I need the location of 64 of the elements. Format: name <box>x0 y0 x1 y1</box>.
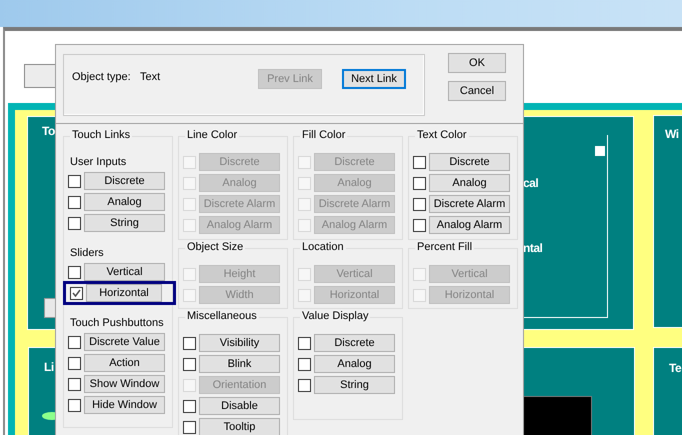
link-type-button[interactable]: Hide Window <box>84 396 165 414</box>
link-type-button[interactable]: Discrete <box>429 153 510 171</box>
link-type-button[interactable]: Analog <box>84 193 165 211</box>
object-type-value: Text <box>140 71 160 83</box>
dialog-button[interactable]: Cancel <box>448 81 506 101</box>
checkbox[interactable] <box>298 358 311 370</box>
link-type-button[interactable]: Discrete <box>84 172 165 190</box>
link-type-button[interactable]: Disable <box>199 397 280 415</box>
checkbox[interactable] <box>68 216 81 230</box>
section-label: Sliders <box>70 247 105 259</box>
canvas-label: Te <box>669 361 682 375</box>
checkbox[interactable] <box>298 336 311 350</box>
checkbox[interactable] <box>68 356 81 370</box>
link-type-button[interactable]: Discrete Alarm <box>429 195 510 213</box>
group-title: Percent Fill <box>415 241 474 253</box>
link-button[interactable]: Next Link <box>342 69 406 89</box>
link-type-button[interactable]: String <box>84 214 165 232</box>
checkbox[interactable] <box>413 156 426 168</box>
link-type-button[interactable]: Action <box>84 354 165 372</box>
link-type-button[interactable]: Discrete <box>314 334 395 352</box>
section-label: Touch Pushbuttons <box>70 317 165 329</box>
checkbox[interactable] <box>183 400 196 412</box>
section-label: User Inputs <box>70 156 128 168</box>
checkbox[interactable] <box>298 378 311 392</box>
group-title: Location <box>300 241 346 253</box>
checkbox[interactable] <box>68 336 81 348</box>
canvas-label: Wi <box>665 127 679 141</box>
group-title: Line Color <box>185 129 240 141</box>
group-title: Object Size <box>185 241 246 253</box>
object-type-label: Object type: <box>72 71 131 83</box>
link-type-button[interactable]: Tooltip <box>199 418 280 435</box>
square-icon <box>595 146 605 156</box>
link-type-button[interactable]: Visibility <box>199 334 280 352</box>
checkbox[interactable] <box>70 286 83 300</box>
group-title: Value Display <box>300 310 370 322</box>
checkbox[interactable] <box>68 196 81 208</box>
link-type-button[interactable]: Show Window <box>84 375 165 393</box>
link-type-button[interactable]: Analog <box>429 174 510 192</box>
group-title: Fill Color <box>300 129 348 141</box>
group-title: Text Color <box>415 129 469 141</box>
checkbox[interactable] <box>413 218 426 232</box>
link-type-button[interactable]: Vertical <box>84 263 165 281</box>
link-type-button[interactable]: Horizontal <box>86 284 162 302</box>
checkbox[interactable] <box>68 398 81 412</box>
link-type-button[interactable]: Blink <box>199 355 280 373</box>
canvas-label: cal <box>523 176 538 190</box>
group-title: Miscellaneous <box>185 310 259 322</box>
checkbox[interactable] <box>413 198 426 210</box>
checkbox[interactable] <box>183 336 196 350</box>
canvas-label: Li <box>44 360 54 374</box>
checkbox[interactable] <box>413 176 426 190</box>
canvas-label: To <box>42 124 55 138</box>
checkbox[interactable] <box>183 420 196 434</box>
link-type-button[interactable]: Analog <box>314 355 395 373</box>
dialog-button[interactable]: OK <box>448 53 506 73</box>
link-type-button[interactable]: String <box>314 376 395 394</box>
link-type-button[interactable]: Discrete Value <box>84 333 165 351</box>
link-type-button[interactable]: Analog Alarm <box>429 216 510 234</box>
group-title: Touch Links <box>70 129 132 141</box>
canvas-label: ntal <box>523 241 542 255</box>
checkbox[interactable] <box>68 378 81 390</box>
checkbox[interactable] <box>68 266 81 278</box>
checkbox[interactable] <box>68 174 81 188</box>
checkbox[interactable] <box>183 358 196 370</box>
